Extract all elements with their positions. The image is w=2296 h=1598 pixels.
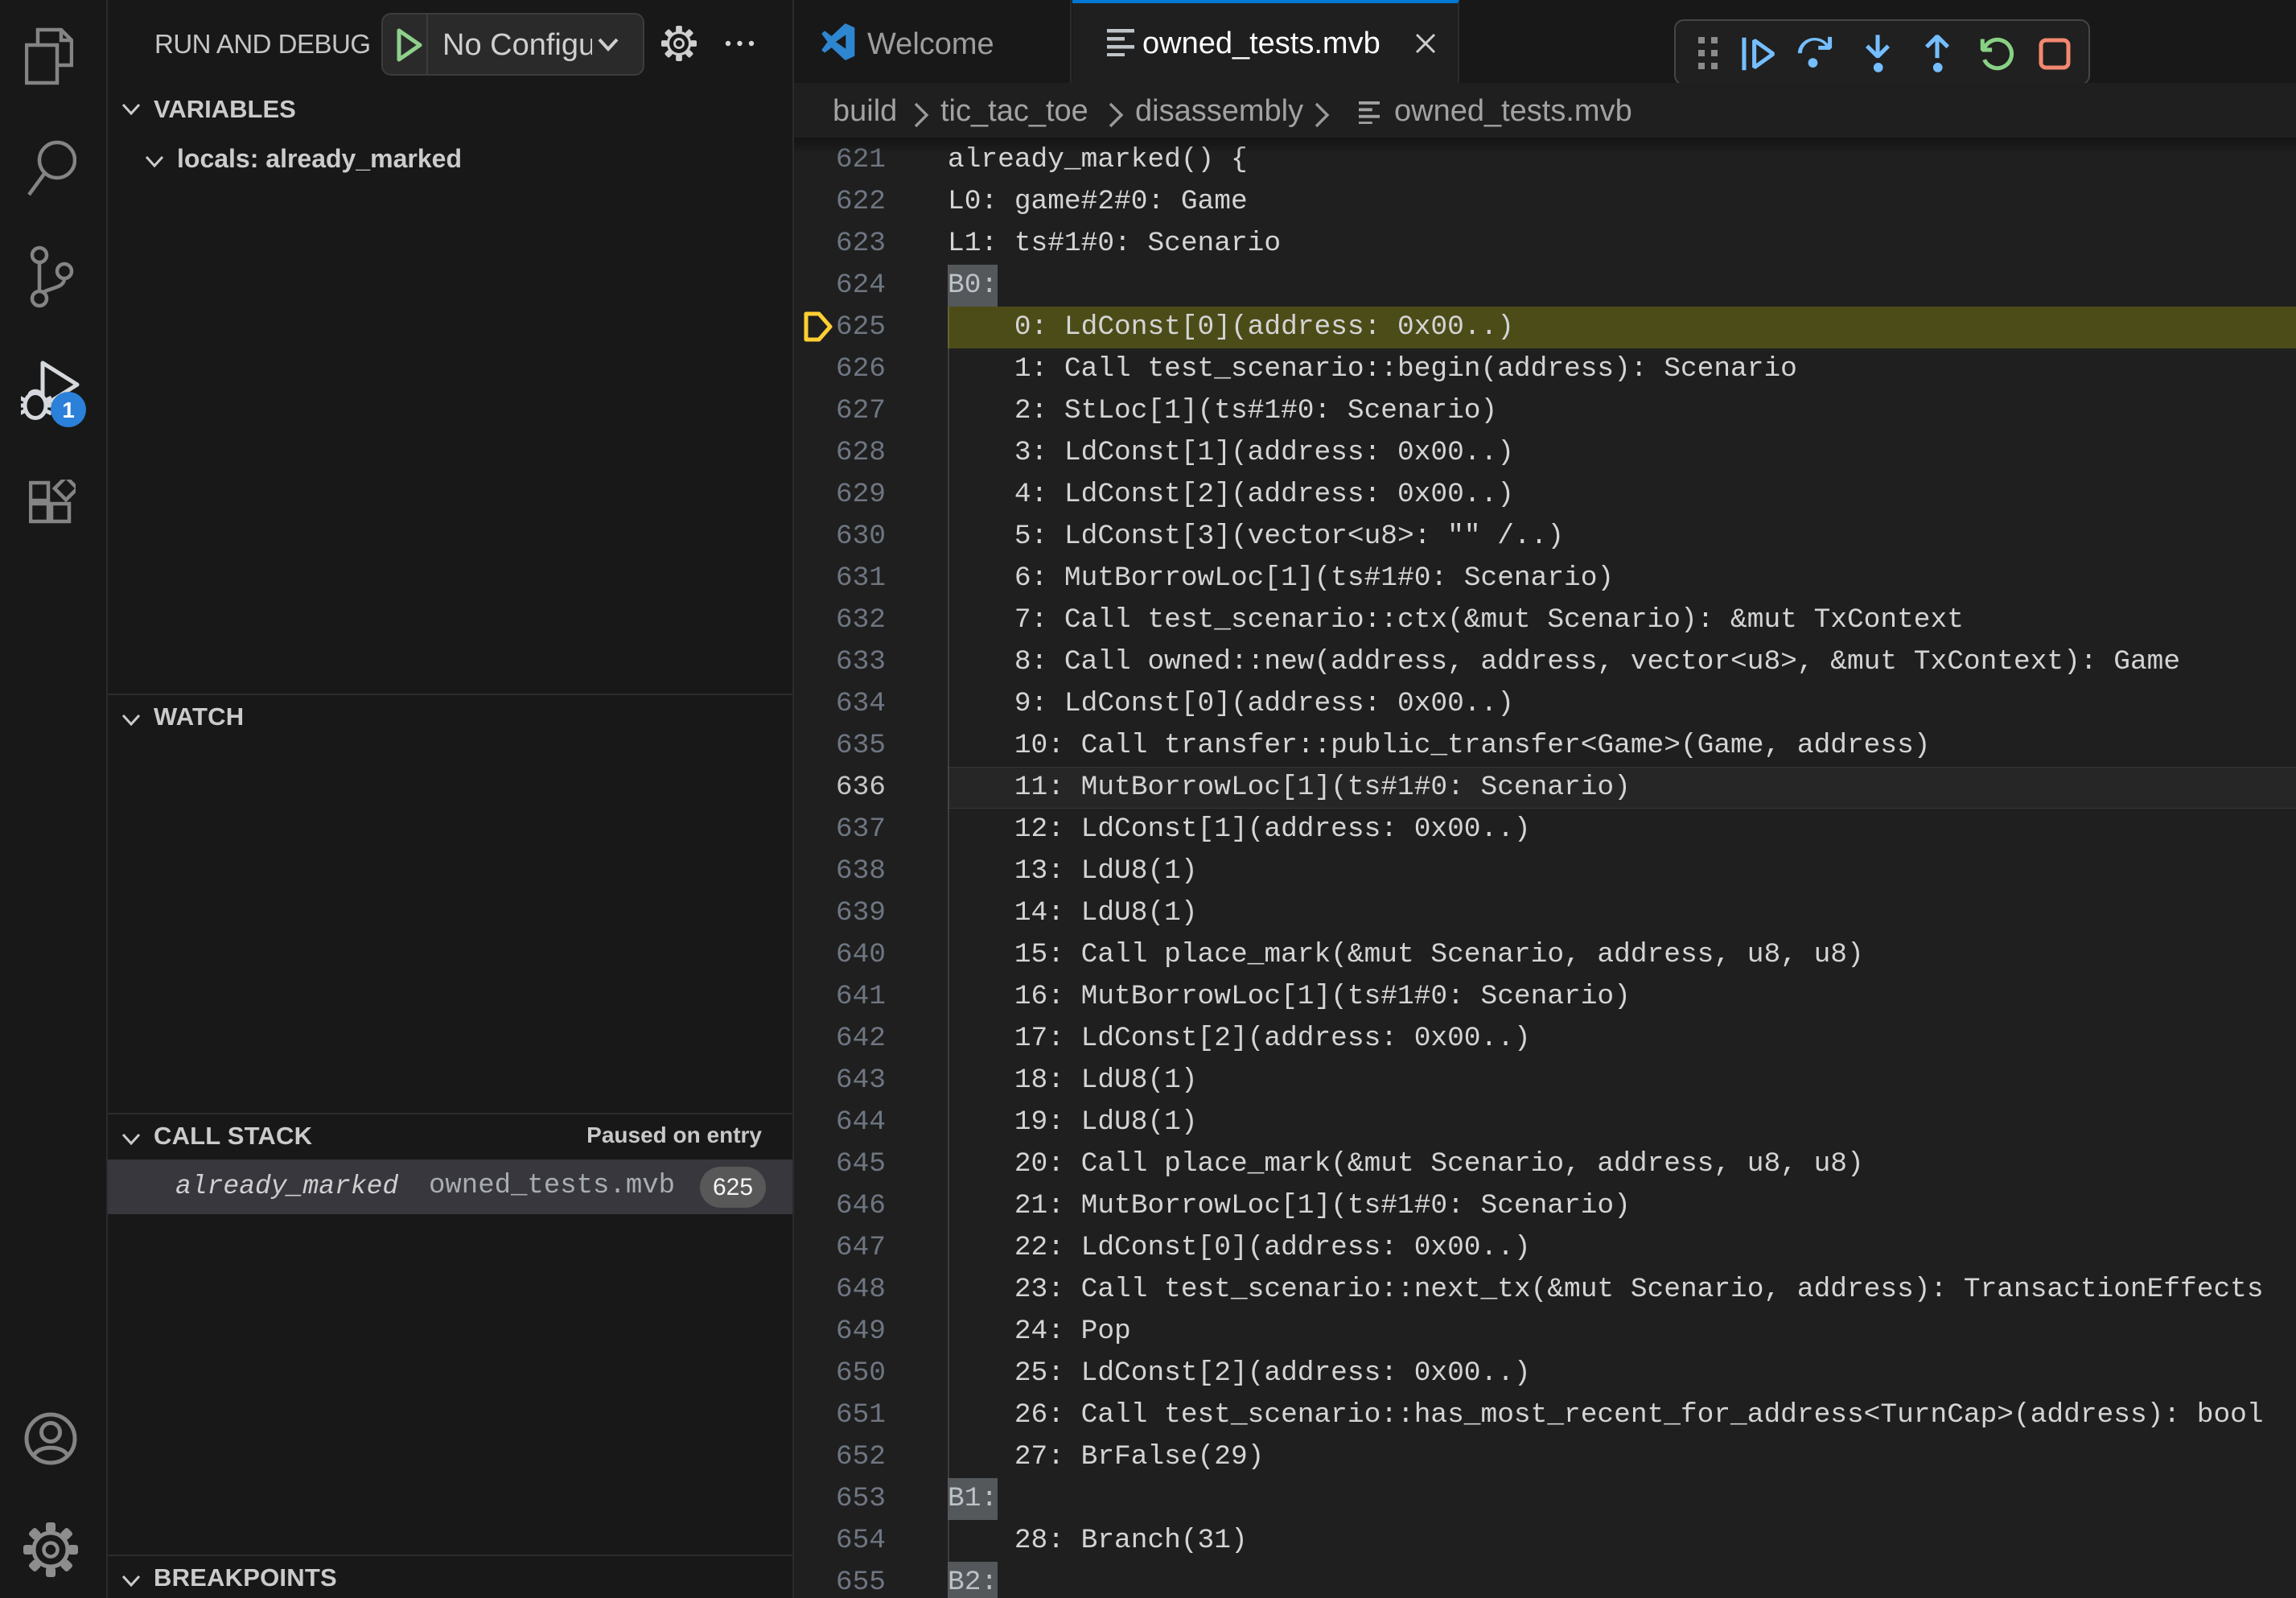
- svg-text:1: 1: [62, 397, 75, 422]
